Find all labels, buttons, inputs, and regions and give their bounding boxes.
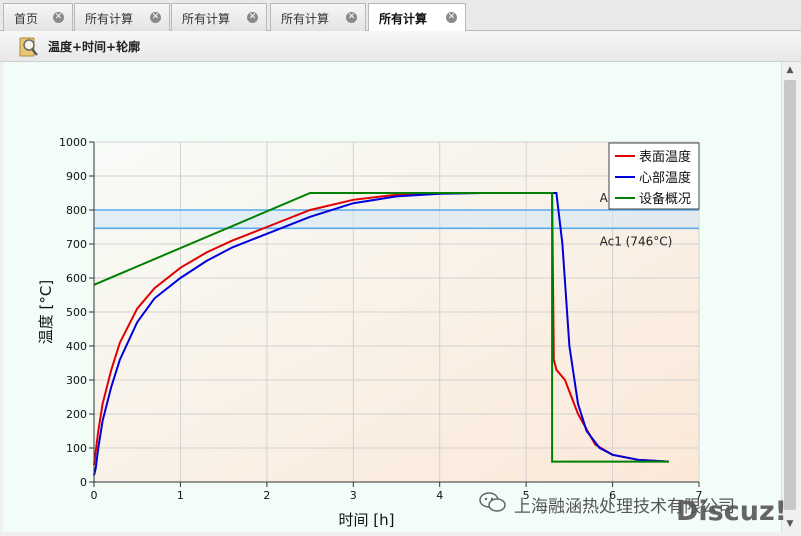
y-tick-label: 500: [66, 306, 87, 319]
chart-panel: A Ac1 (746°C) 0 100 200 300 400 500 600 700 800 90…: [3, 62, 781, 532]
y-tick-label: 800: [66, 204, 87, 217]
y-tick-label: 700: [66, 238, 87, 251]
legend-label: 设备概况: [639, 191, 691, 207]
y-tick-label: 300: [66, 374, 87, 387]
y-tick-label: 0: [80, 476, 87, 489]
y-axis-title: 温度 [°C]: [37, 280, 55, 344]
x-tick-label: 4: [436, 489, 443, 502]
y-tick-label: 1000: [59, 136, 87, 149]
tab-all-calculations-2[interactable]: 所有计算 ✕: [171, 3, 267, 31]
discuz-logo: Discuz!: [676, 496, 787, 527]
y-tick-label: 200: [66, 408, 87, 421]
x-tick-label: 3: [350, 489, 357, 502]
vertical-scrollbar[interactable]: ▲ ▼: [781, 62, 798, 532]
legend-label: 心部温度: [639, 170, 691, 186]
close-icon[interactable]: ✕: [53, 12, 64, 23]
wechat-icon: [479, 492, 506, 512]
temperature-chart: A Ac1 (746°C) 0 100 200 300 400 500 600 700 800 90…: [37, 136, 703, 529]
x-tick-label: 2: [263, 489, 270, 502]
tab-all-calculations-active[interactable]: 所有计算 ✕: [368, 3, 466, 32]
y-tick-label: 100: [66, 442, 87, 455]
scrollbar-thumb[interactable]: [784, 80, 796, 510]
page-title: 温度+时间+轮廓: [48, 40, 141, 54]
y-tick-label: 400: [66, 340, 87, 353]
x-tick-label: 0: [91, 489, 98, 502]
y-tick-label: 600: [66, 272, 87, 285]
tab-label: 所有计算: [182, 12, 231, 26]
tab-label: 所有计算: [281, 12, 330, 26]
toolbar: 温度+时间+轮廓: [0, 31, 801, 62]
x-axis-title: 时间 [h]: [339, 511, 395, 529]
x-tick-label: 1: [177, 489, 184, 502]
scroll-up-icon[interactable]: ▲: [782, 62, 798, 78]
tab-label: 首页: [14, 12, 39, 26]
tab-home[interactable]: 首页 ✕: [3, 3, 73, 31]
tab-all-calculations-3[interactable]: 所有计算 ✕: [270, 3, 366, 31]
tab-bar: 首页 ✕ 所有计算 ✕ 所有计算 ✕ 所有计算 ✕ 所有计算 ✕: [0, 0, 801, 32]
tab-all-calculations-1[interactable]: 所有计算 ✕: [74, 3, 170, 31]
ac-label: A: [600, 191, 609, 205]
close-icon[interactable]: ✕: [446, 12, 457, 23]
ac-label: Ac1 (746°C): [600, 234, 673, 248]
legend-label: 表面温度: [639, 149, 691, 165]
y-tick-label: 900: [66, 170, 87, 183]
ac-band: [94, 210, 699, 229]
close-icon[interactable]: ✕: [150, 12, 161, 23]
search-icon[interactable]: [18, 35, 40, 59]
tab-label: 所有计算: [85, 12, 134, 26]
close-icon[interactable]: ✕: [346, 12, 357, 23]
tab-label: 所有计算: [379, 12, 428, 26]
close-icon[interactable]: ✕: [247, 12, 258, 23]
